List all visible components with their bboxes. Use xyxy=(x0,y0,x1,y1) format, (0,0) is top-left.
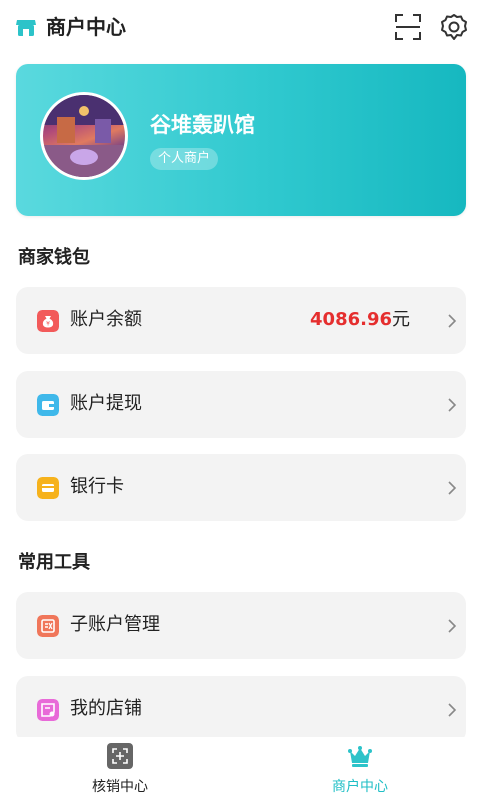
avatar-image xyxy=(43,95,125,177)
bank-card-label: 银行卡 xyxy=(70,476,124,497)
sub-account-row[interactable]: 子账户管理 xyxy=(16,592,466,659)
account-balance-row[interactable]: ¥ 账户余额 4086.96元 xyxy=(16,287,466,354)
my-store-label: 我的店铺 xyxy=(70,698,142,719)
tab-verify-center[interactable]: 核销中心 xyxy=(0,737,240,800)
merchant-name: 谷堆轰趴馆 xyxy=(150,113,255,137)
sub-account-icon xyxy=(37,615,59,637)
balance-unit: 元 xyxy=(392,309,410,330)
money-bag-icon: ¥ xyxy=(37,310,59,332)
gear-icon[interactable] xyxy=(440,13,468,41)
chevron-right-icon xyxy=(448,314,457,328)
store-icon xyxy=(37,699,59,721)
my-store-row[interactable]: 我的店铺 xyxy=(16,676,466,743)
wallet-section-title: 商家钱包 xyxy=(18,247,90,268)
bank-card-row[interactable]: 银行卡 xyxy=(16,454,466,521)
top-header: 商户中心 xyxy=(0,0,480,54)
svg-text:¥: ¥ xyxy=(46,321,50,328)
account-withdraw-row[interactable]: 账户提现 xyxy=(16,371,466,438)
chevron-right-icon xyxy=(448,398,457,412)
avatar xyxy=(40,92,128,180)
bank-card-icon xyxy=(37,477,59,499)
verify-scan-icon xyxy=(107,743,133,769)
scan-icon[interactable] xyxy=(394,13,422,41)
merchant-type-badge: 个人商户 xyxy=(150,148,219,170)
chevron-right-icon xyxy=(448,481,457,495)
page-title: 商户中心 xyxy=(46,15,126,39)
wallet-icon xyxy=(37,394,59,416)
tab-merchant-center-label: 商户中心 xyxy=(332,779,388,795)
tab-merchant-center[interactable]: 商户中心 xyxy=(240,737,480,800)
tab-verify-center-label: 核销中心 xyxy=(92,779,148,795)
crown-icon xyxy=(348,746,372,767)
tools-section-title: 常用工具 xyxy=(18,552,90,573)
shop-icon xyxy=(16,20,36,36)
balance-amount: 4086.96 xyxy=(310,309,392,330)
bottom-tab-bar: 核销中心 商户中心 xyxy=(0,737,480,800)
chevron-right-icon xyxy=(448,619,457,633)
account-withdraw-label: 账户提现 xyxy=(70,393,142,414)
merchant-profile-card[interactable]: 谷堆轰趴馆 个人商户 xyxy=(16,64,466,216)
sub-account-label: 子账户管理 xyxy=(70,614,160,635)
chevron-right-icon xyxy=(448,703,457,717)
account-balance-value: 4086.96元 xyxy=(310,306,410,334)
account-balance-label: 账户余额 xyxy=(70,309,142,330)
